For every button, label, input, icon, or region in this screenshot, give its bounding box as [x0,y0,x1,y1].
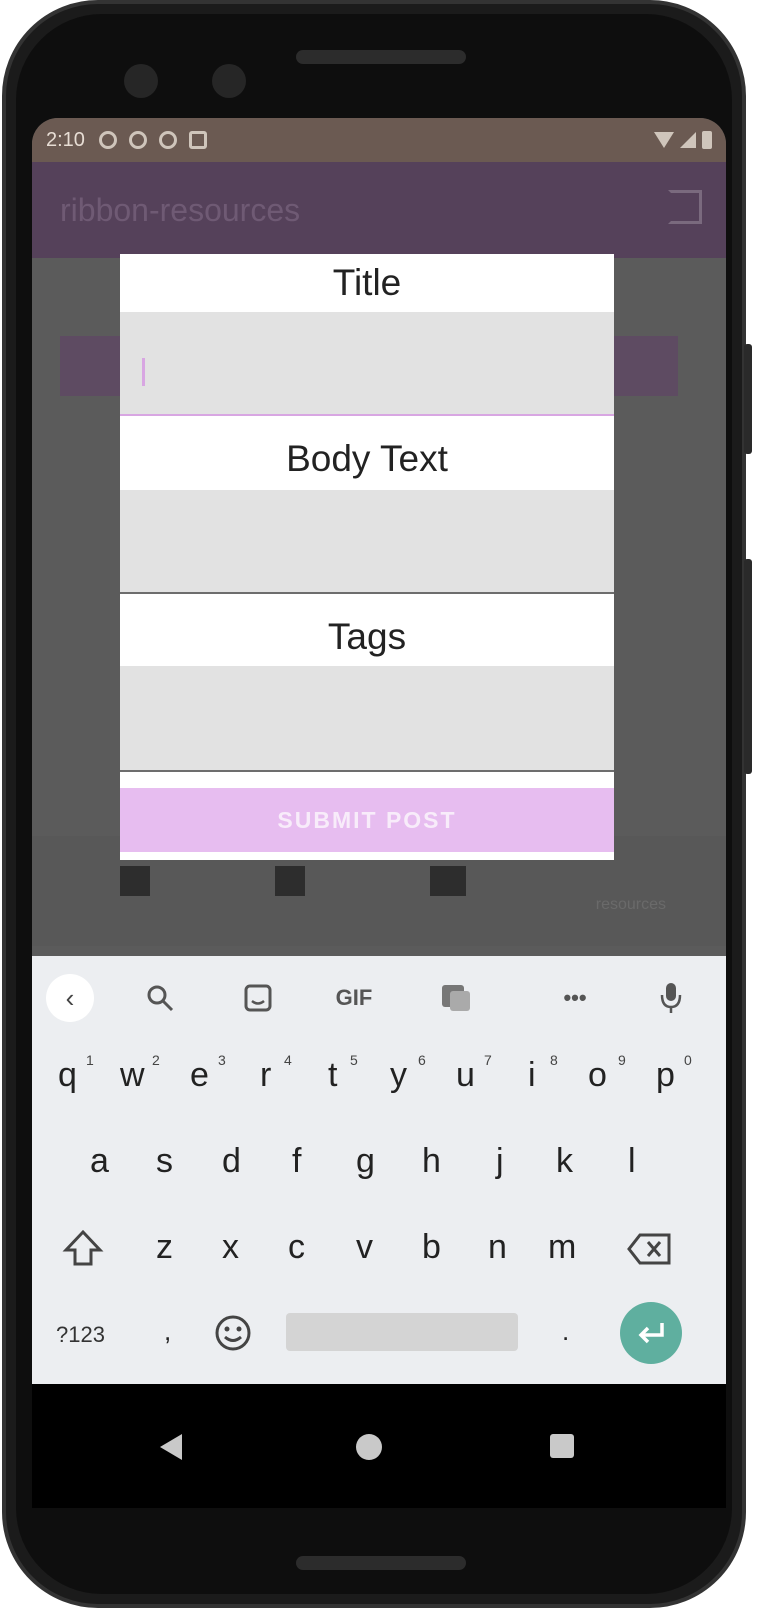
search-icon[interactable] [140,978,180,1018]
app-title: ribbon-resources [60,192,301,228]
nav-home-icon[interactable] [356,1434,382,1460]
shift-icon[interactable] [62,1228,104,1277]
key-a[interactable]: a [90,1142,109,1181]
title-input[interactable] [120,312,614,416]
nav-back-icon[interactable] [160,1434,182,1460]
key-hint-6: 6 [418,1052,426,1068]
key-n[interactable]: n [488,1228,507,1267]
key-y[interactable]: y [390,1056,407,1095]
key-z[interactable]: z [156,1228,173,1267]
signal-icon [680,132,696,148]
key-hint-4: 4 [284,1052,292,1068]
translate-icon[interactable] [436,978,476,1018]
text-cursor [142,358,145,386]
status-bar: 2:10 [32,118,726,162]
emoji-icon[interactable] [214,1314,252,1361]
key-k[interactable]: k [556,1142,573,1181]
battery-icon [702,131,712,149]
key-t[interactable]: t [328,1056,337,1095]
key-h[interactable]: h [422,1142,441,1181]
more-options-button[interactable]: ••• [552,978,598,1018]
group-icon[interactable] [430,866,466,896]
symbols-key[interactable]: ?123 [56,1322,105,1348]
key-p[interactable]: p [656,1056,675,1095]
blocked-icon [158,131,177,149]
wifi-icon [654,132,674,148]
system-navigation-bar [32,1384,726,1508]
comma-key[interactable]: , [164,1316,171,1347]
key-f[interactable]: f [292,1142,301,1181]
key-hint-5: 5 [350,1052,358,1068]
key-hint-7: 7 [484,1052,492,1068]
nav-label-resources[interactable]: resources [596,896,666,914]
key-r[interactable]: r [260,1056,271,1095]
key-j[interactable]: j [496,1142,504,1181]
key-s[interactable]: s [156,1142,173,1181]
key-c[interactable]: c [288,1228,305,1267]
volume-button [744,559,752,774]
submit-post-button[interactable]: SUBMIT POST [120,788,614,852]
sd-card-icon [188,131,207,149]
key-hint-9: 9 [618,1052,626,1068]
title-label: Title [332,262,402,303]
body-text-input[interactable] [120,490,614,594]
enter-key[interactable] [620,1302,682,1364]
key-x[interactable]: x [222,1228,239,1267]
key-i[interactable]: i [528,1056,536,1095]
logout-icon[interactable] [668,190,702,224]
key-w[interactable]: w [120,1056,145,1095]
space-bar[interactable] [286,1313,518,1351]
new-post-dialog: Title Body Text Tags SUBMIT POST [120,254,614,860]
key-e[interactable]: e [190,1056,209,1095]
body-text-label: Body Text [286,438,448,479]
key-hint-2: 2 [152,1052,160,1068]
key-g[interactable]: g [356,1142,375,1181]
key-d[interactable]: d [222,1142,241,1181]
bottom-speaker [296,1556,466,1570]
key-hint-1: 1 [86,1052,94,1068]
gif-button[interactable]: GIF [328,978,380,1018]
key-hint-3: 3 [218,1052,226,1068]
key-o[interactable]: o [588,1056,607,1095]
profile-icon[interactable] [120,866,150,896]
microphone-icon[interactable] [654,978,688,1018]
keyboard-back-icon[interactable]: ‹ [46,974,94,1022]
soft-keyboard: ‹ GIF ••• 1 2 3 4 5 6 7 8 9 0 q w e r t … [32,956,726,1384]
earpiece-speaker [296,50,466,64]
power-button [744,344,752,454]
tags-label: Tags [327,616,407,657]
shield-icon [128,131,147,149]
key-u[interactable]: u [456,1056,475,1095]
key-l[interactable]: l [628,1142,636,1181]
notification-icons [98,131,207,149]
key-m[interactable]: m [548,1228,576,1267]
tags-input[interactable] [120,666,614,772]
sticker-icon[interactable] [238,978,278,1018]
key-q[interactable]: q [58,1056,77,1095]
key-v[interactable]: v [356,1228,373,1267]
app-bar: ribbon-resources [32,162,726,258]
front-sensor [212,64,246,98]
status-time: 2:10 [46,128,85,151]
system-status-icons [654,131,712,149]
key-b[interactable]: b [422,1228,441,1267]
period-key[interactable]: . [562,1316,569,1347]
screen: 2:10 ribbon-resources resources Title Bo… [32,118,726,1508]
nav-recents-icon[interactable] [550,1434,574,1458]
settings-icon [98,131,117,149]
backspace-icon[interactable] [626,1232,672,1275]
key-hint-0: 0 [684,1052,692,1068]
front-camera [124,64,158,98]
grid-icon[interactable] [275,866,305,896]
key-hint-8: 8 [550,1052,558,1068]
